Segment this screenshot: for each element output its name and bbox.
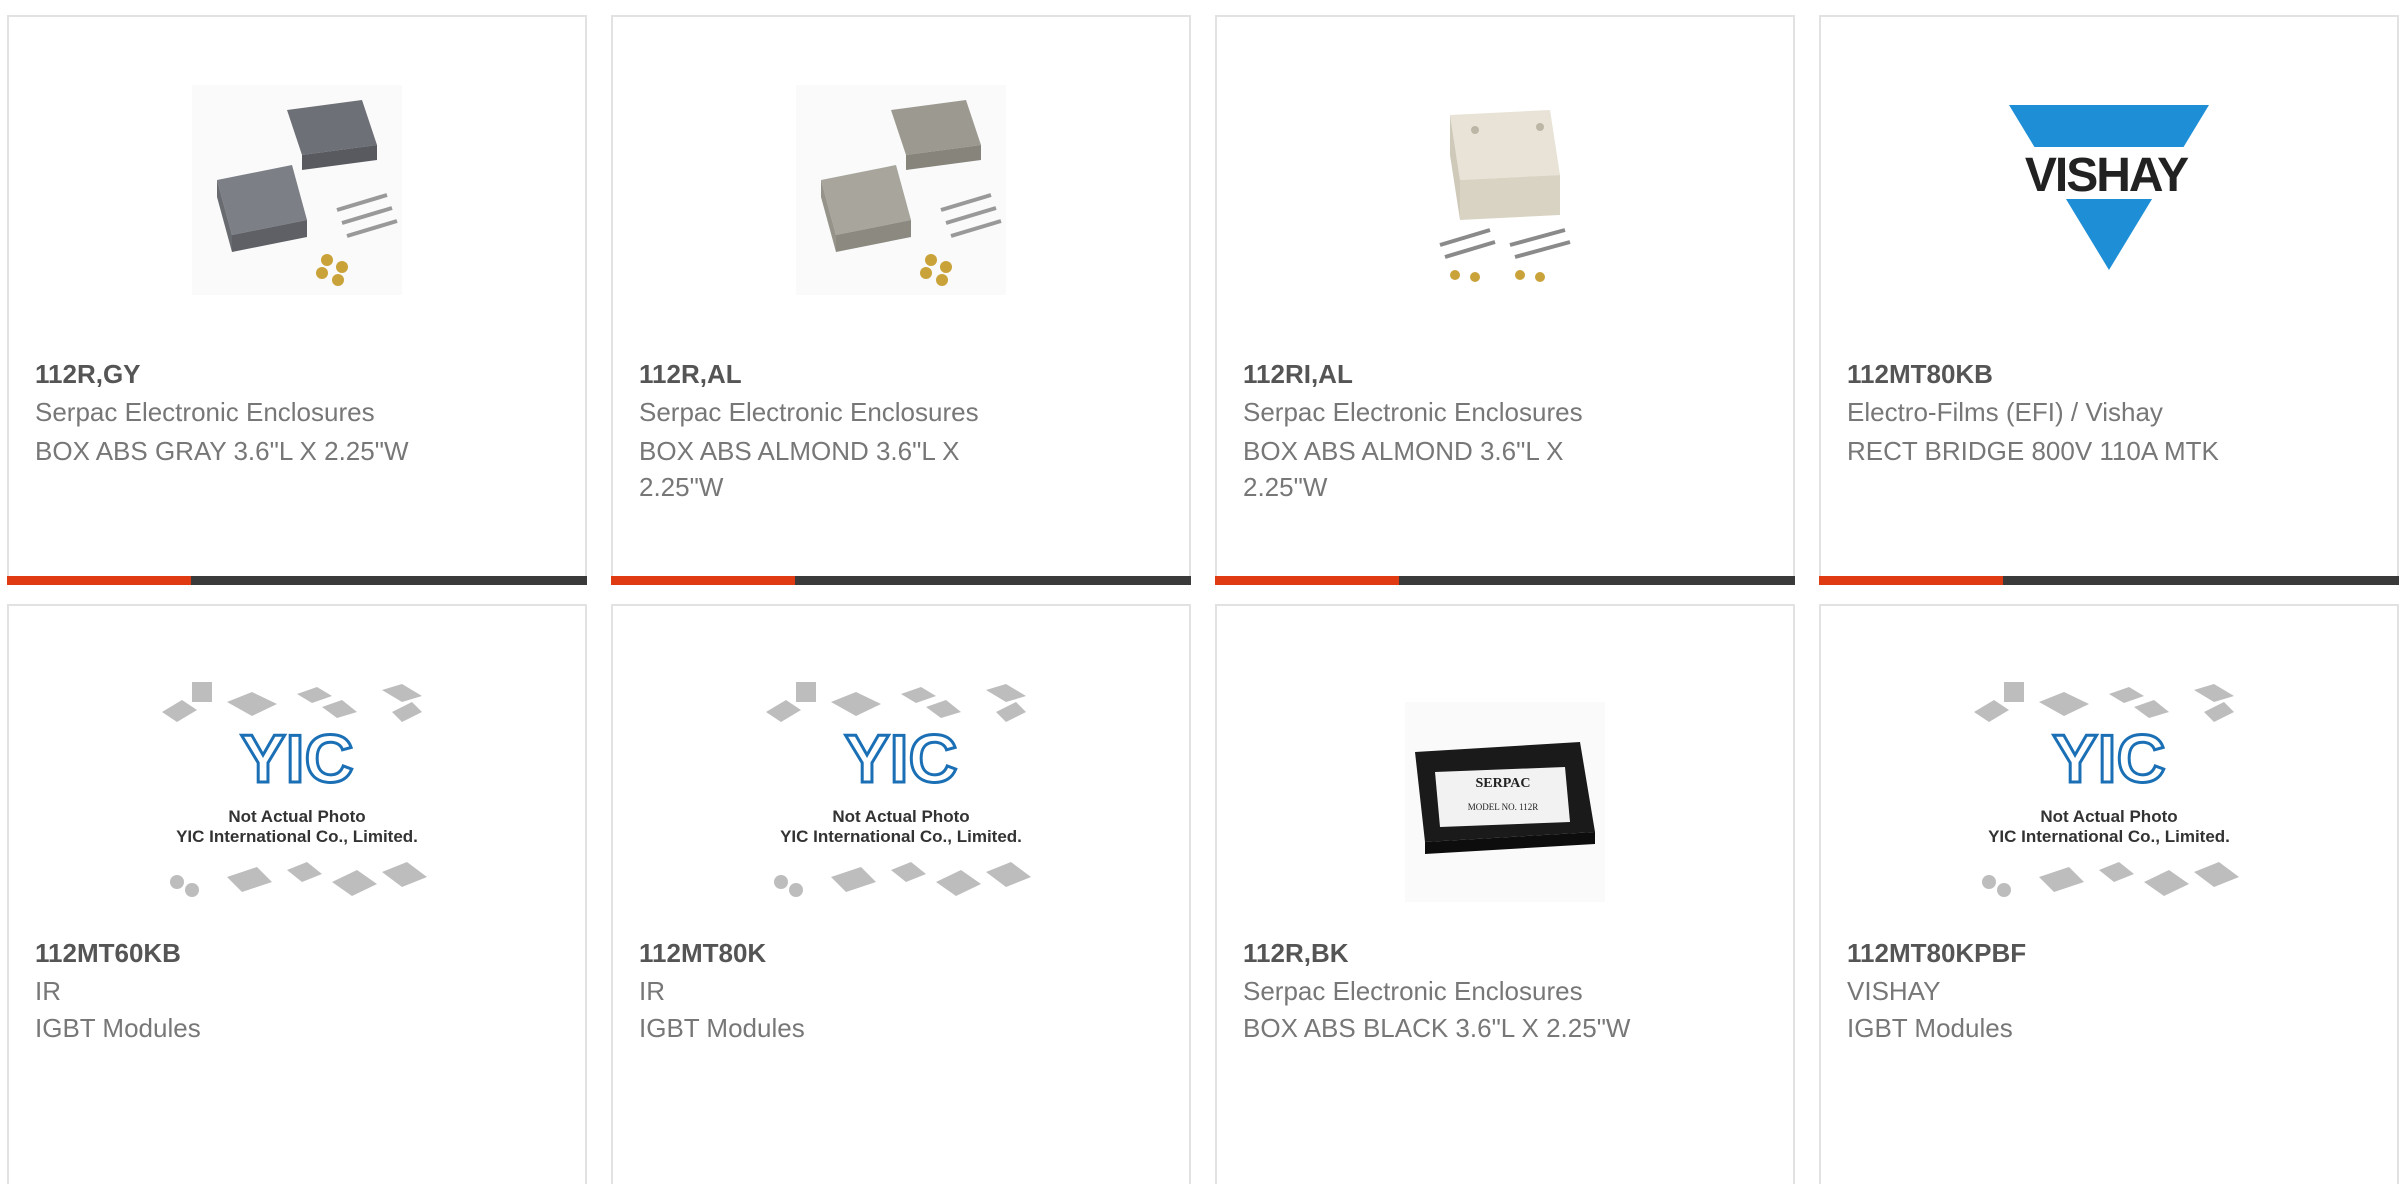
part-number[interactable]: 112R,GY: [35, 359, 141, 390]
description: IGBT Modules: [639, 1013, 805, 1043]
product-card[interactable]: VISHAY 112MT80KB Electro-Films (EFI) / V…: [1819, 15, 2399, 585]
svg-text:Not Actual Photo: Not Actual Photo: [228, 807, 365, 826]
part-number[interactable]: 112MT80KB: [1847, 359, 1993, 390]
product-grid: 112R,GY Serpac Electronic Enclosures BOX…: [0, 0, 2400, 1184]
part-number[interactable]: 112MT80KPBF: [1847, 938, 2026, 969]
vishay-logo: VISHAY: [2009, 105, 2209, 270]
manufacturer: VISHAY: [1847, 976, 1941, 1006]
card-accent-bar: [611, 576, 795, 585]
manufacturer: IR: [639, 976, 665, 1006]
manufacturer: Electro-Films (EFI) / Vishay: [1847, 397, 2163, 427]
product-image-almond-enclosure-white: [1400, 85, 1610, 295]
description: BOX ABS BLACK 3.6"L X 2.25"W: [1243, 1013, 1631, 1043]
description: BOX ABS ALMOND 3.6"L X 2.25"W: [1243, 436, 1564, 502]
card-accent-bar: [1819, 576, 2003, 585]
product-image-gray-enclosure: [192, 85, 402, 295]
not-actual-photo-placeholder: YIC Not Actual Photo YIC International C…: [1974, 682, 2239, 897]
card-bottom-bar: [1215, 576, 1795, 585]
product-card[interactable]: YIC Not Actual Photo YIC International C…: [611, 604, 1191, 1184]
card-accent-bar: [7, 576, 191, 585]
part-number[interactable]: 112MT60KB: [35, 938, 181, 969]
svg-text:YIC: YIC: [240, 721, 353, 797]
not-actual-photo-placeholder: YIC Not Actual Photo YIC International C…: [162, 682, 427, 897]
description: BOX ABS GRAY 3.6"L X 2.25"W: [35, 436, 409, 466]
card-bottom-bar: [611, 576, 1191, 585]
part-number[interactable]: 112RI,AL: [1243, 359, 1353, 390]
card-bottom-bar: [1819, 576, 2399, 585]
product-card[interactable]: 112R,AL Serpac Electronic Enclosures BOX…: [611, 15, 1191, 585]
part-number[interactable]: 112R,AL: [639, 359, 742, 390]
manufacturer: Serpac Electronic Enclosures: [1243, 397, 1583, 427]
description: IGBT Modules: [1847, 1013, 2013, 1043]
svg-text:YIC International Co., Limited: YIC International Co., Limited.: [176, 827, 418, 846]
svg-text:YIC International Co., Limited: YIC International Co., Limited.: [780, 827, 1022, 846]
svg-text:VISHAY: VISHAY: [2025, 149, 2189, 202]
product-card[interactable]: YIC Not Actual Photo YIC International C…: [7, 604, 587, 1184]
manufacturer: Serpac Electronic Enclosures: [639, 397, 979, 427]
description: BOX ABS ALMOND 3.6"L X 2.25"W: [639, 436, 960, 502]
manufacturer: Serpac Electronic Enclosures: [1243, 976, 1583, 1006]
not-actual-photo-placeholder: YIC Not Actual Photo YIC International C…: [766, 682, 1031, 897]
svg-text:MODEL NO. 112R: MODEL NO. 112R: [1468, 802, 1539, 812]
svg-text:Not Actual Photo: Not Actual Photo: [2040, 807, 2177, 826]
description: IGBT Modules: [35, 1013, 201, 1043]
svg-text:YIC: YIC: [2052, 721, 2165, 797]
card-accent-bar: [1215, 576, 1399, 585]
card-bottom-bar: [7, 576, 587, 585]
svg-text:SERPAC: SERPAC: [1476, 776, 1531, 791]
product-card[interactable]: SERPAC MODEL NO. 112R 112R,BK Serpac Ele…: [1215, 604, 1795, 1184]
manufacturer: IR: [35, 976, 61, 1006]
description: RECT BRIDGE 800V 110A MTK: [1847, 436, 2219, 466]
part-number[interactable]: 112R,BK: [1243, 938, 1349, 969]
svg-text:YIC: YIC: [844, 721, 957, 797]
product-image-almond-enclosure: [796, 85, 1006, 295]
svg-text:YIC International Co., Limited: YIC International Co., Limited.: [1988, 827, 2230, 846]
manufacturer: Serpac Electronic Enclosures: [35, 397, 375, 427]
product-card[interactable]: 112RI,AL Serpac Electronic Enclosures BO…: [1215, 15, 1795, 585]
product-image-black-enclosure: SERPAC MODEL NO. 112R: [1405, 702, 1605, 902]
svg-text:Not Actual Photo: Not Actual Photo: [832, 807, 969, 826]
product-card[interactable]: YIC Not Actual Photo YIC International C…: [1819, 604, 2399, 1184]
product-card[interactable]: 112R,GY Serpac Electronic Enclosures BOX…: [7, 15, 587, 585]
part-number[interactable]: 112MT80K: [639, 938, 766, 969]
